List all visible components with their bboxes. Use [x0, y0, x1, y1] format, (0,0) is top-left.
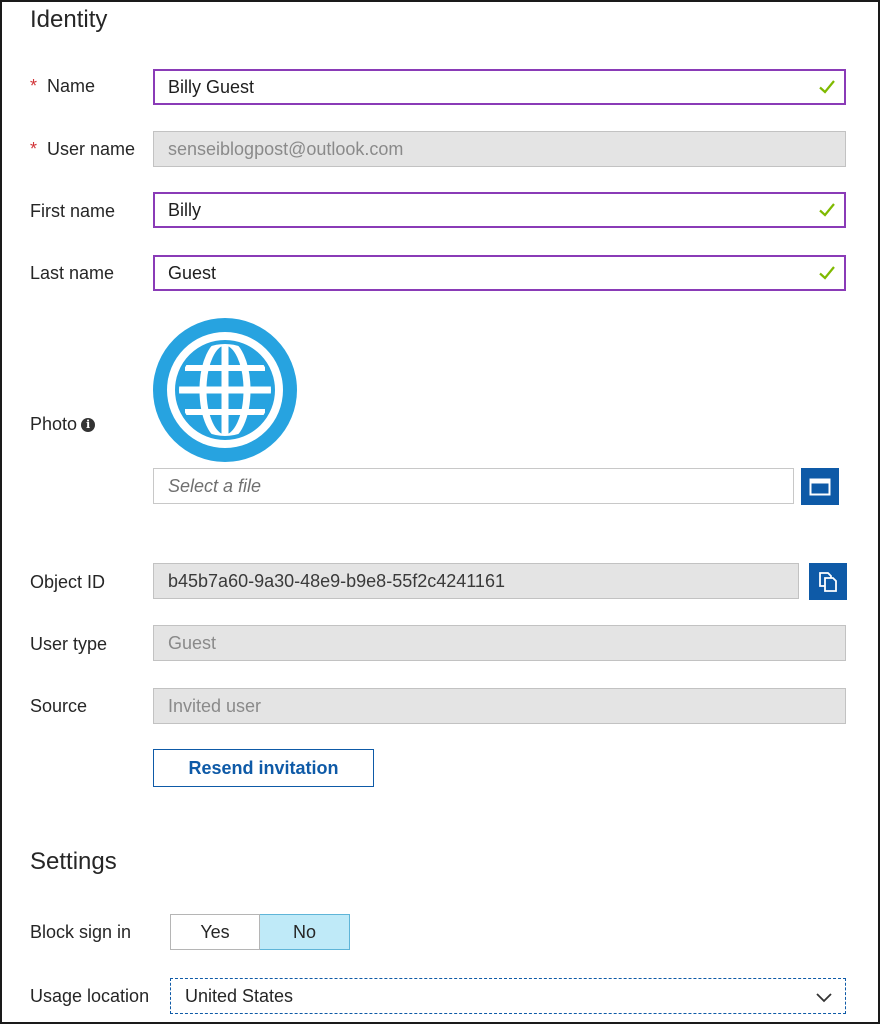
info-icon[interactable]: i: [81, 418, 96, 432]
object-id-label: Object ID: [30, 572, 106, 592]
source-label: Source: [30, 696, 88, 716]
copy-icon: [819, 571, 837, 592]
required-marker: *: [30, 76, 38, 96]
required-marker: *: [30, 139, 38, 159]
photo-file-input[interactable]: Select a file: [153, 468, 794, 504]
usage-location-value: United States: [185, 986, 294, 1006]
folder-icon: [809, 478, 831, 495]
user-name-label: * User name: [30, 139, 136, 159]
checkmark-icon: [819, 80, 835, 94]
last-name-field[interactable]: Guest: [153, 255, 846, 291]
object-id-field: b45b7a60-9a30-48e9-b9e8-55f2c4241161: [153, 563, 799, 599]
resend-invitation-button[interactable]: Resend invitation: [153, 749, 374, 787]
name-label: * Name: [30, 76, 96, 96]
block-sign-in-no[interactable]: No: [260, 914, 350, 950]
last-name-label: Last name: [30, 263, 115, 283]
identity-section-title: Identity: [30, 6, 108, 33]
browse-button[interactable]: [801, 468, 839, 505]
copy-button[interactable]: [809, 563, 847, 600]
checkmark-icon: [819, 203, 835, 217]
block-sign-in-yes[interactable]: Yes: [170, 914, 260, 950]
photo-label: Photo i: [30, 414, 96, 435]
usage-location-select[interactable]: United States: [170, 978, 846, 1014]
user-name-field: senseiblogpost@outlook.com: [153, 131, 846, 167]
block-sign-in-label: Block sign in: [30, 922, 132, 942]
globe-icon: [153, 318, 297, 462]
first-name-field[interactable]: Billy: [153, 192, 846, 228]
source-field: Invited user: [153, 688, 846, 724]
checkmark-icon: [819, 266, 835, 280]
chevron-down-icon: [816, 993, 832, 1003]
block-sign-in-toggle[interactable]: Yes No: [170, 914, 350, 950]
name-field[interactable]: Billy Guest: [153, 69, 846, 105]
user-type-label: User type: [30, 634, 108, 654]
user-profile-panel: Identity * Name Billy Guest * User name se…: [0, 0, 880, 1024]
settings-section-title: Settings: [30, 848, 117, 875]
first-name-label: First name: [30, 201, 116, 221]
usage-location-label: Usage location: [30, 986, 150, 1006]
user-type-field: Guest: [153, 625, 846, 661]
